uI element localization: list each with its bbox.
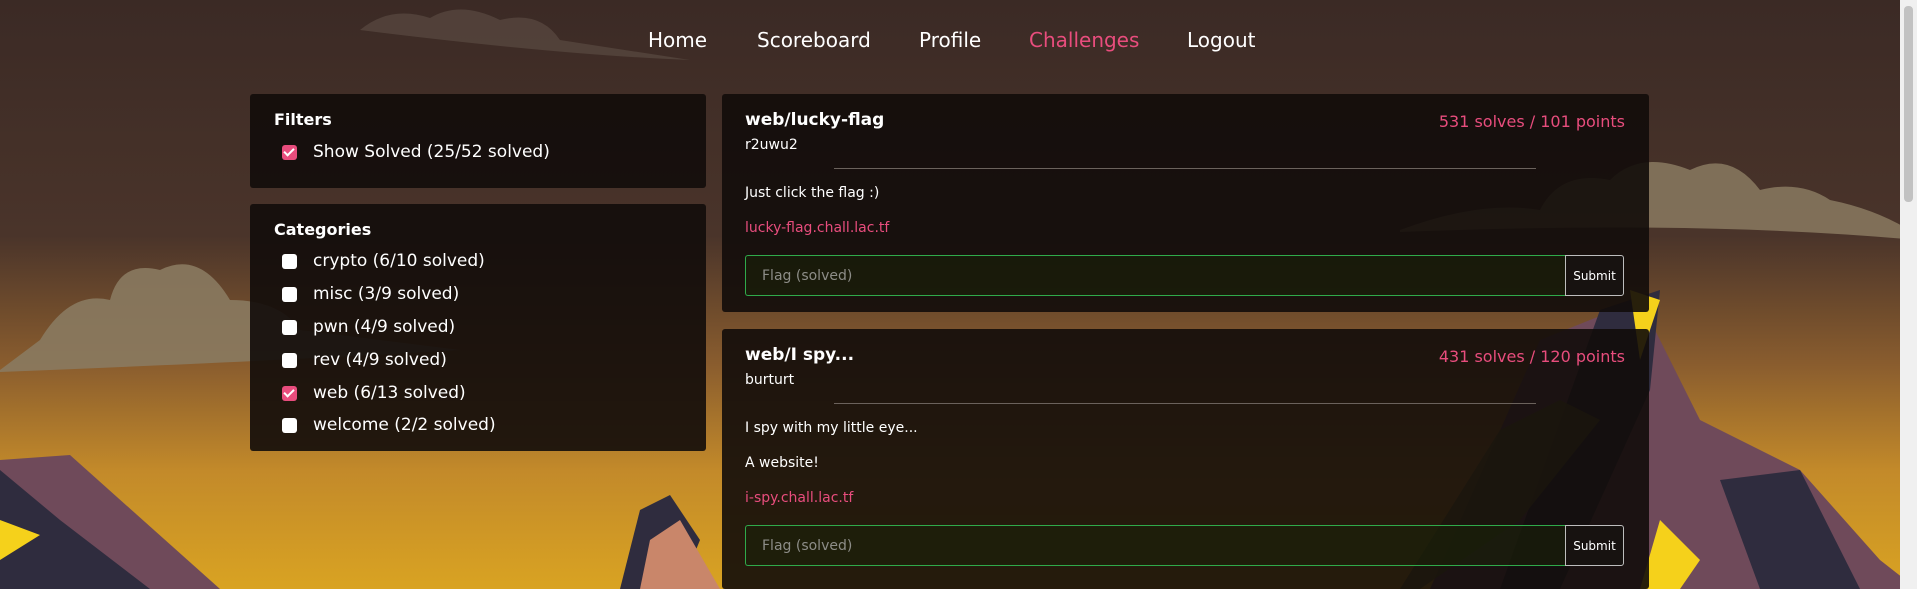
- challenge-title: web/lucky-flag: [745, 110, 885, 130]
- categories-title: Categories: [274, 220, 372, 239]
- category-web-label: web (6/13 solved): [313, 383, 466, 403]
- filters-title: Filters: [274, 110, 332, 129]
- category-crypto-checkbox[interactable]: [282, 253, 297, 269]
- category-web-row[interactable]: web (6/13 solved): [282, 382, 466, 404]
- category-welcome-label: welcome (2/2 solved): [313, 415, 496, 435]
- category-rev-checkbox[interactable]: [282, 352, 297, 368]
- category-welcome-row[interactable]: welcome (2/2 solved): [282, 414, 496, 436]
- submit-button[interactable]: Submit: [1565, 525, 1624, 566]
- flag-input[interactable]: [745, 255, 1565, 296]
- challenge-link[interactable]: lucky-flag.chall.lac.tf: [745, 220, 889, 236]
- top-navigation: Home Scoreboard Profile Challenges Logou…: [0, 0, 1917, 84]
- nav-profile-link[interactable]: Profile: [919, 28, 981, 52]
- challenge-author: r2uwu2: [745, 137, 798, 153]
- submit-button[interactable]: Submit: [1565, 255, 1624, 296]
- show-solved-label: Show Solved (25/52 solved): [313, 142, 550, 162]
- challenge-card: web/lucky-flag r2uwu2 531 solves / 101 p…: [722, 94, 1649, 312]
- challenge-link[interactable]: i-spy.chall.lac.tf: [745, 490, 853, 506]
- challenge-card: web/I spy... burturt 431 solves / 120 po…: [722, 329, 1649, 589]
- nav-home-link[interactable]: Home: [648, 28, 707, 52]
- category-misc-label: misc (3/9 solved): [313, 284, 460, 304]
- challenge-divider: [834, 403, 1536, 404]
- flag-form: Submit: [745, 255, 1624, 296]
- filters-panel: Filters Show Solved (25/52 solved): [250, 94, 706, 188]
- category-rev-row[interactable]: rev (4/9 solved): [282, 349, 447, 371]
- category-rev-label: rev (4/9 solved): [313, 350, 447, 370]
- show-solved-checkbox-row[interactable]: Show Solved (25/52 solved): [282, 141, 550, 163]
- categories-panel: Categories crypto (6/10 solved) misc (3/…: [250, 204, 706, 451]
- challenge-title: web/I spy...: [745, 345, 855, 365]
- challenge-description-line-2: A website!: [745, 455, 819, 471]
- challenge-divider: [834, 168, 1536, 169]
- challenge-stats: 431 solves / 120 points: [1438, 347, 1625, 366]
- challenge-description-line-1: I spy with my little eye...: [745, 420, 918, 436]
- nav-scoreboard-link[interactable]: Scoreboard: [757, 28, 871, 52]
- category-misc-checkbox[interactable]: [282, 286, 297, 302]
- flag-form: Submit: [745, 525, 1624, 566]
- challenge-stats: 531 solves / 101 points: [1438, 112, 1625, 131]
- show-solved-checkbox[interactable]: [282, 144, 297, 160]
- category-crypto-label: crypto (6/10 solved): [313, 251, 485, 271]
- challenge-description: Just click the flag :): [745, 185, 880, 201]
- flag-input[interactable]: [745, 525, 1565, 566]
- category-pwn-checkbox[interactable]: [282, 319, 297, 335]
- category-web-checkbox[interactable]: [282, 385, 297, 401]
- vertical-scrollbar[interactable]: [1900, 0, 1917, 589]
- nav-challenges-link[interactable]: Challenges: [1029, 28, 1139, 52]
- category-crypto-row[interactable]: crypto (6/10 solved): [282, 250, 485, 272]
- category-misc-row[interactable]: misc (3/9 solved): [282, 283, 459, 305]
- scrollbar-thumb[interactable]: [1904, 6, 1913, 202]
- category-welcome-checkbox[interactable]: [282, 417, 297, 433]
- challenge-author: burturt: [745, 372, 795, 388]
- nav-logout-link[interactable]: Logout: [1187, 28, 1255, 52]
- category-pwn-label: pwn (4/9 solved): [313, 317, 456, 337]
- category-pwn-row[interactable]: pwn (4/9 solved): [282, 316, 455, 338]
